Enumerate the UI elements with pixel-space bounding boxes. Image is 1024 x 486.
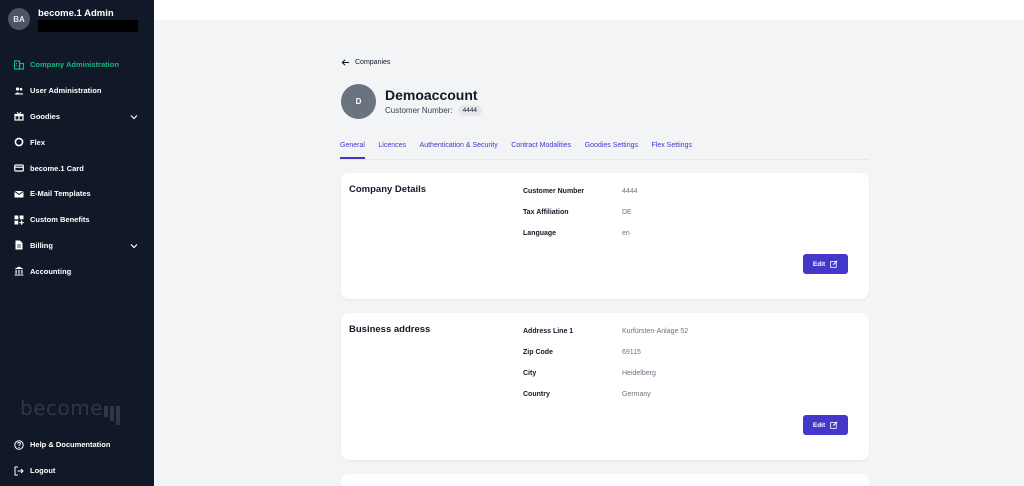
sidebar-item-billing[interactable]: Billing — [0, 233, 154, 259]
field-value: Heidelberg — [622, 370, 656, 377]
sidebar-bottom-nav: Help & Documentation Logout — [0, 432, 154, 484]
field-label: City — [523, 370, 537, 377]
sidebar-item-label: Flex — [30, 137, 46, 147]
edit-button-label: Edit — [812, 421, 826, 429]
sidebar-item-label: Custom Benefits — [30, 215, 90, 225]
sidebar-item-flex[interactable]: Flex — [0, 129, 154, 155]
sidebar-item-label: Billing — [30, 240, 53, 250]
document-icon — [14, 240, 24, 250]
card-title: Company Details — [349, 184, 427, 195]
customer-number-badge: 4444 — [457, 105, 483, 116]
sidebar-item-help[interactable]: Help & Documentation — [0, 432, 154, 458]
brand-text: become — [20, 396, 104, 420]
sidebar-item-custom-benefits[interactable]: Custom Benefits — [0, 207, 154, 233]
sidebar-item-logout[interactable]: Logout — [0, 458, 154, 484]
card-title: Business address — [349, 324, 431, 335]
sidebar-item-email-templates[interactable]: E-Mail Templates — [0, 181, 154, 207]
tab-licences[interactable]: Licences — [378, 136, 406, 159]
redacted-email — [38, 20, 138, 32]
customer-number-label: Customer Number: — [385, 106, 453, 115]
field-label: Zip Code — [523, 349, 553, 356]
sidebar-item-user-administration[interactable]: User Administration — [0, 78, 154, 104]
edit-company-details-button[interactable]: Edit — [803, 254, 848, 274]
business-address-card: Business address Address Line 1 Kurfürst… — [341, 313, 869, 460]
circle-icon — [14, 137, 24, 147]
tab-goodies-settings[interactable]: Goodies Settings — [585, 136, 638, 159]
field-value: en — [622, 230, 630, 237]
sidebar-nav: Company Administration User Administrati… — [0, 52, 154, 284]
field-value: Germany — [622, 391, 651, 398]
sidebar-item-accounting[interactable]: Accounting — [0, 258, 154, 284]
sidebar-item-become1-card[interactable]: become.1 Card — [0, 155, 154, 181]
field-label: Language — [523, 230, 557, 237]
field-value: Kurfürsten-Anlage 52 — [622, 328, 689, 335]
chevron-down-icon — [130, 243, 138, 248]
sidebar-item-label: E-Mail Templates — [30, 189, 91, 199]
next-card — [341, 474, 869, 486]
company-avatar: D — [341, 84, 376, 119]
field-value: 69115 — [622, 349, 641, 356]
company-details-card: Company Details Customer Number 4444 Tax… — [341, 173, 869, 299]
field-label: Country — [523, 391, 550, 398]
card-icon — [14, 163, 24, 173]
grid-plus-icon — [14, 215, 24, 225]
sidebar: BA become.1 Admin Company Administration… — [0, 0, 154, 486]
customer-number-line: Customer Number: 4444 — [385, 105, 483, 116]
tab-general[interactable]: General — [340, 136, 365, 159]
sidebar-item-label: Accounting — [30, 266, 72, 276]
sidebar-item-label: Company Administration — [30, 60, 119, 70]
field-value: 4444 — [622, 188, 638, 195]
user-profile[interactable]: BA become.1 Admin — [8, 6, 148, 34]
sidebar-item-label: Help & Documentation — [30, 440, 111, 450]
edit-button-label: Edit — [812, 260, 826, 268]
field-label: Tax Affiliation — [523, 209, 569, 216]
bank-icon — [14, 266, 24, 276]
field-label: Address Line 1 — [523, 328, 574, 335]
edit-icon — [830, 421, 838, 429]
tab-authentication-security[interactable]: Authentication & Security — [420, 136, 498, 159]
back-link-label: Companies — [355, 59, 391, 66]
tab-bar: General Licences Authentication & Securi… — [340, 136, 869, 160]
sidebar-item-label: User Administration — [30, 86, 102, 96]
page-title: Demoaccount — [385, 87, 478, 103]
chevron-down-icon — [130, 114, 138, 119]
edit-icon — [830, 260, 838, 268]
help-icon — [14, 440, 24, 450]
sidebar-item-company-administration[interactable]: Company Administration — [0, 52, 154, 78]
users-icon — [14, 86, 24, 96]
user-name: become.1 Admin — [38, 8, 114, 19]
edit-business-address-button[interactable]: Edit — [803, 415, 848, 435]
top-bar — [154, 0, 1024, 20]
gift-icon — [14, 111, 24, 122]
field-value: DE — [622, 209, 632, 216]
arrow-left-icon — [341, 59, 350, 66]
logout-icon — [14, 466, 24, 476]
avatar: BA — [8, 8, 30, 30]
sidebar-item-label: Logout — [30, 466, 56, 476]
tab-contract-modalities[interactable]: Contract Modalities — [511, 136, 571, 159]
sidebar-item-goodies[interactable]: Goodies — [0, 104, 154, 130]
brand-logo: become — [20, 396, 121, 425]
mail-icon — [14, 189, 24, 199]
tab-flex-settings[interactable]: Flex Settings — [652, 136, 692, 159]
building-icon — [14, 60, 24, 70]
brand-bars — [104, 406, 121, 425]
field-label: Customer Number — [523, 188, 585, 195]
back-to-companies-link[interactable]: Companies — [341, 58, 390, 67]
sidebar-item-label: Goodies — [30, 111, 61, 121]
sidebar-item-label: become.1 Card — [30, 163, 84, 173]
